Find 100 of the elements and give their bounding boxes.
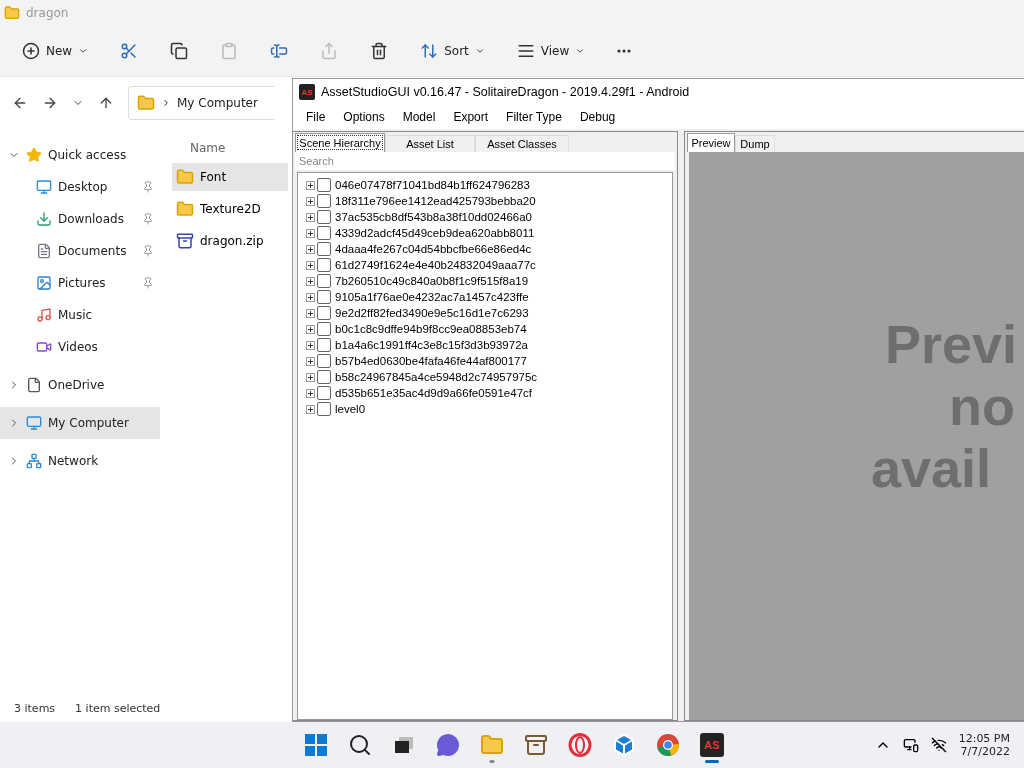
nav-item[interactable]: Pictures — [0, 267, 160, 299]
checkbox[interactable] — [317, 290, 331, 304]
checkbox[interactable] — [317, 322, 331, 336]
up-icon — [98, 95, 114, 111]
nav-item[interactable]: Documents — [0, 235, 160, 267]
checkbox[interactable] — [317, 274, 331, 288]
expand-icon[interactable] — [306, 180, 315, 190]
caret-icon — [575, 46, 586, 56]
up-button[interactable] — [98, 95, 114, 111]
menu-item[interactable]: Filter Type — [497, 110, 571, 124]
address-bar[interactable]: My Computer — [128, 86, 275, 120]
nav-item[interactable]: My Computer — [0, 407, 160, 439]
copy-icon — [170, 42, 189, 60]
toolbar-button[interactable]: View — [508, 34, 594, 68]
menu-item[interactable]: Options — [334, 110, 394, 124]
folder-entry[interactable]: Font — [172, 163, 288, 191]
tree-item[interactable]: 4daaa4fe267c04d54bbcfbe66e86ed4c — [335, 243, 532, 255]
expand-icon[interactable] — [306, 356, 315, 366]
folder-entry[interactable]: Texture2D — [172, 195, 288, 223]
taskbar-app-button[interactable]: AS — [694, 727, 730, 763]
back-icon — [12, 95, 28, 111]
expand-icon[interactable] — [306, 276, 315, 286]
menu-item[interactable]: File — [297, 110, 335, 124]
tab[interactable]: Asset Classes — [475, 135, 569, 152]
tree-item[interactable]: level0 — [335, 403, 366, 415]
download-icon — [36, 211, 52, 227]
expand-icon[interactable] — [306, 196, 315, 206]
nav-item[interactable]: Quick access — [0, 139, 160, 171]
checkbox[interactable] — [317, 258, 331, 272]
expand-icon[interactable] — [306, 244, 315, 254]
toolbar-button[interactable]: Sort — [412, 34, 493, 68]
browser-icon — [656, 733, 680, 757]
tree-item[interactable]: d535b651e35ac4d9d9a66fe0591e47cf — [335, 387, 532, 399]
tab[interactable]: Scene Hierarchy — [295, 133, 385, 152]
checkbox[interactable] — [317, 386, 331, 400]
search-field[interactable]: Search — [295, 152, 675, 170]
back-button[interactable] — [12, 95, 28, 111]
tree-item[interactable]: 37ac535cb8df543b8a38f10dd02466a0 — [335, 211, 532, 223]
tree-item[interactable]: b0c1c8c9dffe94b9f8cc9ea08853eb74 — [335, 323, 527, 335]
expand-icon[interactable] — [306, 260, 315, 270]
window-title: AssetStudioGUI v0.16.47 - SolitaireDragon - 2019.4.29f1 - Android — [321, 85, 690, 99]
nav-item[interactable]: Network — [0, 445, 160, 477]
tree-item[interactable]: 9e2d2ff82fed3490e9e5c16d1e7c6293 — [335, 307, 529, 319]
tree-item[interactable]: b58c24967845a4ce5948d2c74957975c — [335, 371, 538, 383]
checkbox[interactable] — [317, 370, 331, 384]
nav-item[interactable]: Videos — [0, 331, 160, 363]
clock[interactable]: 12:05 PM 7/7/2022 — [958, 732, 1010, 758]
expand-icon[interactable] — [306, 340, 315, 350]
tab[interactable]: Preview — [687, 133, 735, 152]
checkbox[interactable] — [317, 354, 331, 368]
menu-item[interactable]: Export — [444, 110, 498, 124]
checkbox[interactable] — [317, 242, 331, 256]
checkbox[interactable] — [317, 338, 331, 352]
tree-item[interactable]: 046e07478f71041bd84b1ff624796283 — [335, 179, 530, 191]
tree-item[interactable]: b57b4ed0630be4fafa46fe44af800177 — [335, 355, 527, 367]
forward-button[interactable] — [42, 95, 58, 111]
tab[interactable]: Asset List — [385, 135, 475, 152]
menu-item[interactable]: Model — [393, 110, 445, 124]
network-icon — [26, 453, 42, 469]
nav-item[interactable]: Desktop — [0, 171, 160, 203]
expand-icon[interactable] — [306, 308, 315, 318]
nav-item[interactable]: Downloads — [0, 203, 160, 235]
more-icon — [617, 49, 632, 53]
expand-icon[interactable] — [306, 228, 315, 238]
checkbox[interactable] — [317, 402, 331, 416]
view-icon — [516, 42, 535, 60]
checkbox[interactable] — [317, 210, 331, 224]
tree-item[interactable]: b1a4a6c1991ff4c3e8c15f3d3b93972a — [335, 339, 528, 351]
network-icon[interactable] — [902, 737, 919, 753]
nav-item[interactable]: Music — [0, 299, 160, 331]
toolbar-button[interactable]: New — [14, 34, 97, 68]
archive-entry[interactable]: dragon.zip — [172, 227, 288, 255]
tree-item[interactable]: 61d2749f1624e4e40b24832049aaa77c — [335, 259, 536, 271]
desktop-icon — [36, 179, 52, 195]
tab[interactable]: Dump — [735, 135, 775, 152]
expand-icon[interactable] — [306, 292, 315, 302]
expand-icon[interactable] — [306, 372, 315, 382]
expand-icon[interactable] — [306, 404, 315, 414]
task-view-icon — [393, 735, 415, 755]
nav-item[interactable]: OneDrive — [0, 369, 160, 401]
checkbox[interactable] — [317, 194, 331, 208]
app-logo-icon: AS — [700, 733, 724, 757]
tree-item[interactable]: 18f311e796ee1412ead425793bebba20 — [335, 195, 536, 207]
caret-icon — [474, 46, 485, 56]
expand-icon[interactable] — [306, 324, 315, 334]
expand-icon[interactable] — [306, 212, 315, 222]
checkbox[interactable] — [317, 226, 331, 240]
music-icon — [36, 307, 52, 323]
tree-item[interactable]: 7b260510c49c840a0b8f1c9f515f8a19 — [335, 275, 529, 287]
tree-item[interactable]: 4339d2adcf45d49ceb9dea620abb8011 — [335, 227, 535, 239]
checkbox[interactable] — [317, 178, 331, 192]
tree-item[interactable]: 9105a1f76ae0e4232ac7a1457c423ffe — [335, 291, 529, 303]
menu-item[interactable]: Debug — [570, 110, 625, 124]
expand-icon[interactable] — [306, 388, 315, 398]
checkbox[interactable] — [317, 306, 331, 320]
breadcrumb-item[interactable]: My Computer — [177, 96, 258, 110]
column-header[interactable]: Name — [172, 137, 244, 163]
file-icon — [26, 377, 42, 393]
archive-icon — [524, 733, 548, 757]
picture-icon — [36, 275, 52, 291]
